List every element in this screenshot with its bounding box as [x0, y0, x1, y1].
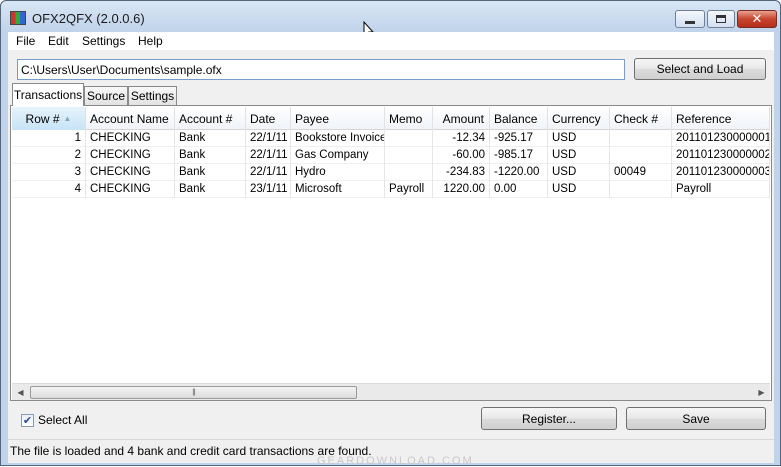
select-all-checkbox[interactable]: ✔ Select All — [21, 413, 87, 427]
app-window: OFX2QFX (2.0.0.6) ✕ File Edit Settings H… — [0, 0, 781, 467]
column-header-amount[interactable]: Amount — [433, 107, 490, 130]
menu-help[interactable]: Help — [138, 34, 163, 48]
cell-currency: USD — [548, 130, 610, 147]
cell-memo — [385, 130, 433, 147]
window-title: OFX2QFX (2.0.0.6) — [32, 11, 145, 26]
cell-payee: Hydro — [291, 164, 385, 181]
cell-check-number: 00049 — [610, 164, 672, 181]
cell-date: 22/1/11 — [246, 164, 291, 181]
column-header-currency[interactable]: Currency — [548, 107, 610, 130]
horizontal-scrollbar[interactable]: ◀ ||| ▶ — [12, 383, 770, 400]
cell-amount: -234.83 — [433, 164, 490, 181]
column-header-label: Row # — [25, 111, 60, 126]
cell-account-name: CHECKING — [86, 181, 175, 198]
cell-reference: 201101230000003 — [672, 164, 770, 181]
scroll-right-icon[interactable]: ▶ — [753, 384, 770, 401]
status-bar: The file is loaded and 4 bank and credit… — [8, 439, 774, 467]
cell-check-number — [610, 130, 672, 147]
tab-transactions[interactable]: Transactions — [12, 83, 84, 106]
cell-account-number: Bank — [175, 181, 246, 198]
tab-source[interactable]: Source — [84, 86, 128, 105]
cell-amount: 1220.00 — [433, 181, 490, 198]
tab-settings[interactable]: Settings — [128, 86, 177, 105]
cell-date: 22/1/11 — [246, 147, 291, 164]
cell-account-name: CHECKING — [86, 164, 175, 181]
transactions-panel: Row # ▲ Account Name Account # Date Paye… — [10, 105, 772, 401]
column-header-payee[interactable]: Payee — [291, 107, 385, 130]
cell-reference: Payroll — [672, 181, 770, 198]
cell-date: 22/1/11 — [246, 130, 291, 147]
close-icon: ✕ — [751, 11, 763, 27]
sort-ascending-icon: ▲ — [63, 114, 72, 123]
cell-payee: Microsoft — [291, 181, 385, 198]
cell-account-name: CHECKING — [86, 130, 175, 147]
file-path-input[interactable] — [17, 59, 625, 80]
cell-reference: 201101230000002 — [672, 147, 770, 164]
cell-account-number: Bank — [175, 147, 246, 164]
cell-reference: 201101230000001 — [672, 130, 770, 147]
maximize-button[interactable] — [707, 10, 735, 28]
cell-row-number: 3 — [12, 164, 86, 181]
table-row[interactable]: 2 CHECKING Bank 22/1/11 Gas Company -60.00 -98… — [12, 147, 770, 164]
cell-row-number: 2 — [12, 147, 86, 164]
menu-settings[interactable]: Settings — [82, 34, 125, 48]
cell-balance: -1220.00 — [490, 164, 548, 181]
cell-account-name: CHECKING — [86, 147, 175, 164]
cell-row-number: 1 — [12, 130, 86, 147]
column-header-account-name[interactable]: Account Name — [86, 107, 175, 130]
cell-memo — [385, 147, 433, 164]
column-header-check-number[interactable]: Check # — [610, 107, 672, 130]
menu-file[interactable]: File — [16, 34, 35, 48]
cell-account-number: Bank — [175, 130, 246, 147]
minimize-icon — [685, 20, 695, 24]
select-and-load-button[interactable]: Select and Load — [634, 58, 766, 80]
cell-balance: -925.17 — [490, 130, 548, 147]
column-header-date[interactable]: Date — [246, 107, 291, 130]
save-button[interactable]: Save — [626, 407, 766, 430]
cell-amount: -12.34 — [433, 130, 490, 147]
client-area: File Edit Settings Help Select and Load … — [8, 32, 774, 467]
select-all-label: Select All — [38, 413, 88, 427]
cell-amount: -60.00 — [433, 147, 490, 164]
column-header-reference[interactable]: Reference — [672, 107, 770, 130]
watermark: GEARDOWNLOAD.COM — [317, 455, 474, 467]
app-logo-icon — [10, 11, 26, 25]
column-header-row[interactable]: Row # ▲ — [12, 107, 86, 130]
register-button[interactable]: Register... — [481, 407, 617, 430]
minimize-button[interactable] — [675, 10, 705, 28]
cell-check-number — [610, 181, 672, 198]
table-row[interactable]: 3 CHECKING Bank 22/1/11 Hydro -234.83 -1220.00… — [12, 164, 770, 181]
column-header-balance[interactable]: Balance — [490, 107, 548, 130]
maximize-icon — [716, 15, 726, 23]
cell-balance: 0.00 — [490, 181, 548, 198]
cell-memo: Payroll — [385, 181, 433, 198]
cell-currency: USD — [548, 181, 610, 198]
table-row[interactable]: 4 CHECKING Bank 23/1/11 Microsoft Payroll 1220… — [12, 181, 770, 198]
transactions-grid[interactable]: Row # ▲ Account Name Account # Date Paye… — [12, 107, 770, 383]
table-row[interactable]: 1 CHECKING Bank 22/1/11 Bookstore Invoice -12… — [12, 130, 770, 147]
cell-memo — [385, 164, 433, 181]
cell-check-number — [610, 147, 672, 164]
column-header-memo[interactable]: Memo — [385, 107, 433, 130]
cell-payee: Bookstore Invoice — [291, 130, 385, 147]
cell-date: 23/1/11 — [246, 181, 291, 198]
column-header-account-number[interactable]: Account # — [175, 107, 246, 130]
cell-currency: USD — [548, 164, 610, 181]
title-bar[interactable]: OFX2QFX (2.0.0.6) ✕ — [1, 1, 780, 39]
grip-icon: ||| — [192, 389, 196, 396]
cell-payee: Gas Company — [291, 147, 385, 164]
cell-balance: -985.17 — [490, 147, 548, 164]
cell-account-number: Bank — [175, 164, 246, 181]
close-button[interactable]: ✕ — [737, 10, 777, 28]
scrollbar-thumb[interactable]: ||| — [30, 386, 357, 399]
scroll-left-icon[interactable]: ◀ — [12, 384, 29, 401]
menu-edit[interactable]: Edit — [48, 34, 69, 48]
menu-bar: File Edit Settings Help — [8, 32, 774, 50]
cell-currency: USD — [548, 147, 610, 164]
grid-header: Row # ▲ Account Name Account # Date Paye… — [12, 107, 770, 130]
checkbox-checked-icon[interactable]: ✔ — [21, 413, 34, 427]
cell-row-number: 4 — [12, 181, 86, 198]
